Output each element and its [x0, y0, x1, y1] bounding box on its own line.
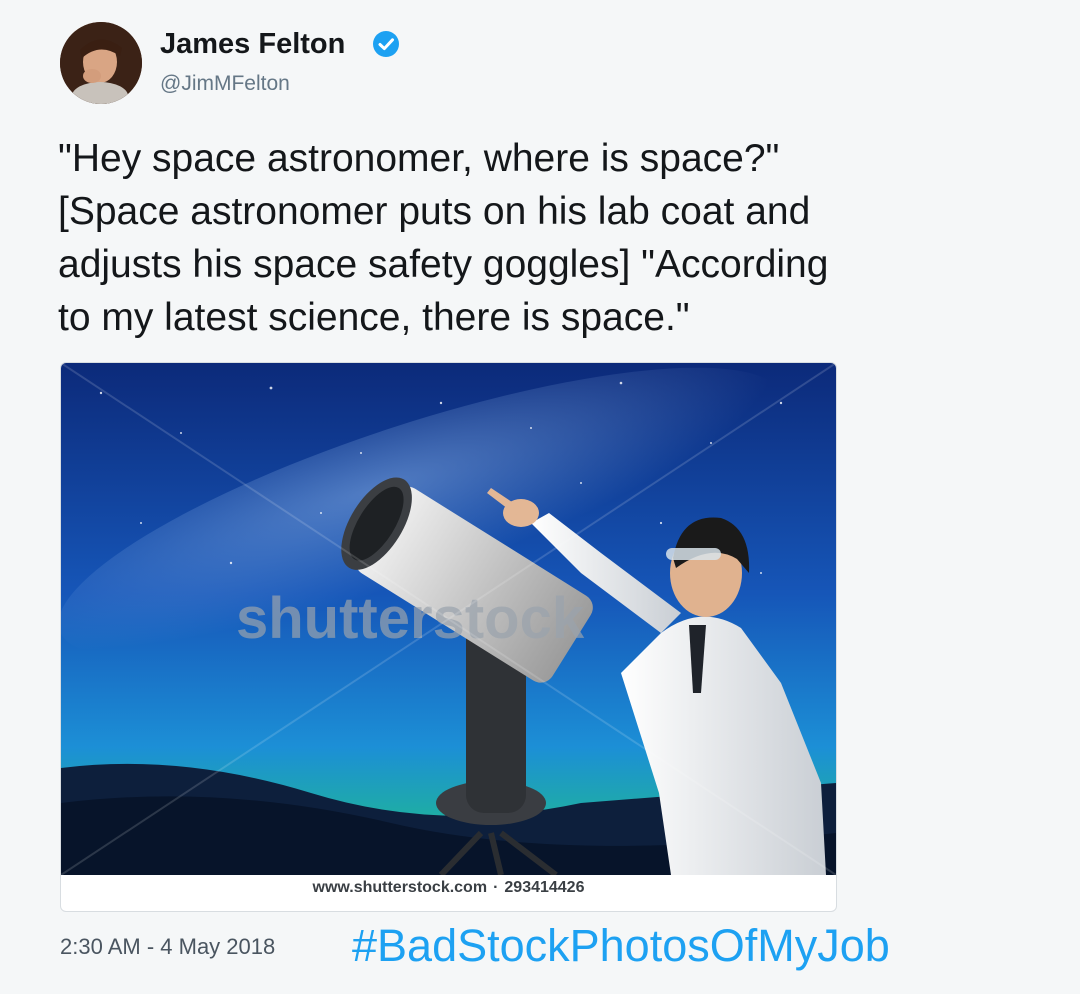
tweet-text: "Hey space astronomer, where is space?" … [58, 137, 829, 339]
tweet-card: James Felton @JimMFelton "Hey space astr… [0, 0, 1080, 994]
watermark-text: shutterstock [236, 586, 585, 651]
stock-photo: shutterstock [61, 363, 836, 875]
caption-separator: · [493, 879, 499, 896]
tweet-timestamp[interactable]: 2:30 AM - 4 May 2018 [60, 934, 275, 960]
avatar-photo [60, 22, 142, 104]
caption-id: 293414426 [504, 879, 585, 896]
tweet-media[interactable]: shutterstock www.shutterstock.com · 293414… [60, 362, 837, 912]
verified-badge-icon [373, 31, 399, 57]
author-name[interactable]: James Felton [160, 28, 345, 61]
caption-url: www.shutterstock.com [312, 879, 488, 896]
author-avatar[interactable] [60, 22, 142, 104]
hashtag-overlay: #BadStockPhotosOfMyJob [352, 920, 890, 971]
media-caption: www.shutterstock.com · 293414426 [61, 879, 836, 897]
author-handle[interactable]: @JimMFelton [160, 72, 290, 96]
